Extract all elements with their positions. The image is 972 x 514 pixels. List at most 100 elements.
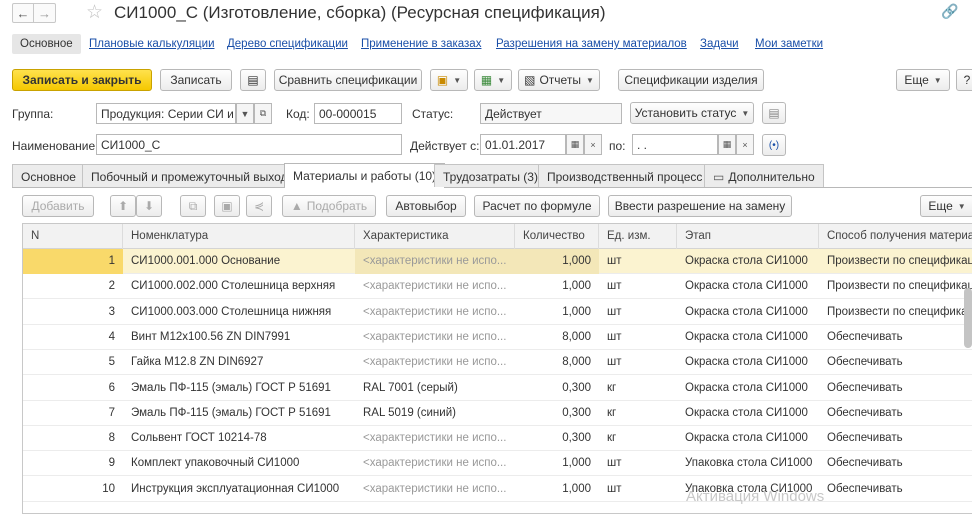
quantity-cell[interactable]: 1,000 xyxy=(515,249,599,274)
valid-to-clear-button[interactable]: × xyxy=(736,134,754,155)
characteristic-cell[interactable]: <характеристики не испо... xyxy=(355,426,515,451)
nav-link-replacements[interactable]: Разрешения на замену материалов xyxy=(496,38,687,50)
stage-cell[interactable]: Окраска стола СИ1000 xyxy=(677,300,819,325)
unit-cell[interactable]: шт xyxy=(599,274,677,299)
table-row[interactable]: 8 Сольвент ГОСТ 10214-78 <характеристики н… xyxy=(23,426,972,452)
status-history-button[interactable]: ▤ xyxy=(762,102,786,124)
item-cell[interactable]: Эмаль ПФ-115 (эмаль) ГОСТ Р 51691 xyxy=(123,376,355,401)
method-cell[interactable]: Произвести по спецификации xyxy=(819,249,972,274)
group-dropdown-button[interactable]: ▼ xyxy=(236,103,254,124)
unit-cell[interactable]: шт xyxy=(599,350,677,375)
table-row[interactable]: 7 Эмаль ПФ-115 (эмаль) ГОСТ Р 51691 RAL 50… xyxy=(23,401,972,426)
method-cell[interactable]: Обеспечивать xyxy=(819,376,972,401)
quantity-cell[interactable]: 8,000 xyxy=(515,350,599,375)
paste-button[interactable]: ▣ xyxy=(214,195,240,217)
help-button[interactable]: ? xyxy=(956,69,972,91)
valid-from-clear-button[interactable]: × xyxy=(584,134,602,155)
nav-link-spec-tree[interactable]: Дерево спецификации xyxy=(227,38,348,50)
row-number[interactable]: 1 xyxy=(23,249,123,274)
favorite-star-icon[interactable]: ☆ xyxy=(86,1,103,24)
quantity-cell[interactable]: 0,300 xyxy=(515,376,599,401)
table-scrollbar[interactable] xyxy=(964,288,972,348)
quantity-cell[interactable]: 1,000 xyxy=(515,477,599,502)
method-cell[interactable]: Обеспечивать xyxy=(819,477,972,502)
stage-cell[interactable]: Упаковка стола СИ1000 xyxy=(677,451,819,476)
table-row[interactable]: 4 Винт М12х100.56 ZN DIN7991 <характеристи… xyxy=(23,325,972,350)
characteristic-cell[interactable]: RAL 5019 (синий) xyxy=(355,401,515,426)
stage-cell[interactable]: Окраска стола СИ1000 xyxy=(677,350,819,375)
group-field[interactable]: Продукция: Серии СИ и Т xyxy=(96,103,236,124)
unit-cell[interactable]: кг xyxy=(599,376,677,401)
valid-from-calendar-button[interactable]: ▦ xyxy=(566,134,584,155)
quantity-cell[interactable]: 8,000 xyxy=(515,325,599,350)
method-cell[interactable]: Обеспечивать xyxy=(819,325,972,350)
method-cell[interactable]: Обеспечивать xyxy=(819,401,972,426)
stage-cell[interactable]: Окраска стола СИ1000 xyxy=(677,325,819,350)
method-cell[interactable]: Обеспечивать xyxy=(819,350,972,375)
nav-link-orders-usage[interactable]: Применение в заказах xyxy=(361,38,481,50)
characteristic-cell[interactable]: <характеристики не испо... xyxy=(355,300,515,325)
row-number[interactable]: 2 xyxy=(23,274,123,299)
group-open-button[interactable]: ⧉ xyxy=(254,103,272,124)
characteristic-cell[interactable]: <характеристики не испо... xyxy=(355,477,515,502)
nav-link-plan-calc[interactable]: Плановые калькуляции xyxy=(89,38,215,50)
name-field[interactable]: СИ1000_С xyxy=(96,134,402,155)
tab-main[interactable]: Основное xyxy=(12,164,85,187)
unit-cell[interactable]: шт xyxy=(599,325,677,350)
stage-cell[interactable]: Окраска стола СИ1000 xyxy=(677,274,819,299)
characteristic-cell[interactable]: <характеристики не испо... xyxy=(355,451,515,476)
item-specs-button[interactable]: Спецификации изделия xyxy=(618,69,764,91)
nav-link-main[interactable]: Основное xyxy=(12,34,81,54)
column-header-characteristic[interactable]: Характеристика xyxy=(355,224,515,249)
column-header-n[interactable]: N xyxy=(23,224,123,249)
pick-button[interactable]: ▲ Подобрать xyxy=(282,195,376,217)
save-close-button[interactable]: Записать и закрыть xyxy=(12,69,152,91)
quantity-cell[interactable]: 0,300 xyxy=(515,426,599,451)
copy-row-button[interactable]: ⧉ xyxy=(180,195,206,217)
stage-cell[interactable]: Окраска стола СИ1000 xyxy=(677,376,819,401)
row-number[interactable]: 5 xyxy=(23,350,123,375)
tab-labor[interactable]: Трудозатраты (3) xyxy=(434,164,547,187)
stage-cell[interactable]: Окраска стола СИ1000 xyxy=(677,401,819,426)
row-number[interactable]: 6 xyxy=(23,376,123,401)
table-row[interactable]: 1 СИ1000.001.000 Основание <характеристики… xyxy=(23,249,972,274)
table-row[interactable]: 3 СИ1000.003.000 Столешница нижняя <характ… xyxy=(23,300,972,325)
row-number[interactable]: 9 xyxy=(23,451,123,476)
valid-to-calendar-button[interactable]: ▦ xyxy=(718,134,736,155)
row-number[interactable]: 4 xyxy=(23,325,123,350)
item-cell[interactable]: СИ1000.003.000 Столешница нижняя xyxy=(123,300,355,325)
print-button[interactable]: ▦ ▼ xyxy=(474,69,512,91)
quantity-cell[interactable]: 0,300 xyxy=(515,401,599,426)
column-header-method[interactable]: Способ получения материала xyxy=(819,224,972,249)
unit-cell[interactable]: шт xyxy=(599,451,677,476)
code-field[interactable]: 00-000015 xyxy=(314,103,402,124)
formula-calc-button[interactable]: Расчет по формуле xyxy=(474,195,600,217)
create-based-button[interactable]: ▣ ▼ xyxy=(430,69,468,91)
table-row[interactable]: 2 СИ1000.002.000 Столешница верхняя <харак… xyxy=(23,274,972,300)
forward-button[interactable]: → xyxy=(34,3,56,23)
item-cell[interactable]: Сольвент ГОСТ 10214-78 xyxy=(123,426,355,451)
set-status-button[interactable]: Установить статус ▼ xyxy=(630,102,754,124)
table-row[interactable]: 5 Гайка М12.8 ZN DIN6927 <характеристики н… xyxy=(23,350,972,376)
unit-cell[interactable]: шт xyxy=(599,477,677,502)
tab-materials[interactable]: Материалы и работы (10) xyxy=(284,163,446,188)
item-cell[interactable]: Винт М12х100.56 ZN DIN7991 xyxy=(123,325,355,350)
tab-production-process[interactable]: Производственный процесс xyxy=(538,164,712,187)
unit-cell[interactable]: шт xyxy=(599,300,677,325)
quantity-cell[interactable]: 1,000 xyxy=(515,300,599,325)
table-row[interactable]: 9 Комплект упаковочный СИ1000 <характерист… xyxy=(23,451,972,477)
row-number[interactable]: 10 xyxy=(23,477,123,502)
item-cell[interactable]: Комплект упаковочный СИ1000 xyxy=(123,451,355,476)
unit-cell[interactable]: кг xyxy=(599,426,677,451)
column-header-unit[interactable]: Ед. изм. xyxy=(599,224,677,249)
item-cell[interactable]: СИ1000.001.000 Основание xyxy=(123,249,355,274)
period-button[interactable]: (•) xyxy=(762,134,786,156)
row-number[interactable]: 3 xyxy=(23,300,123,325)
method-cell[interactable]: Обеспечивать xyxy=(819,426,972,451)
nav-link-notes[interactable]: Мои заметки xyxy=(755,38,823,50)
table-row[interactable]: 10 Инструкция эксплуатационная СИ1000 <хар… xyxy=(23,477,972,502)
unit-cell[interactable]: кг xyxy=(599,401,677,426)
compare-specs-button[interactable]: Сравнить спецификации xyxy=(274,69,422,91)
link-icon[interactable]: 🔗 xyxy=(941,3,958,20)
reports-button[interactable]: ▧ Отчеты ▼ xyxy=(518,69,600,91)
